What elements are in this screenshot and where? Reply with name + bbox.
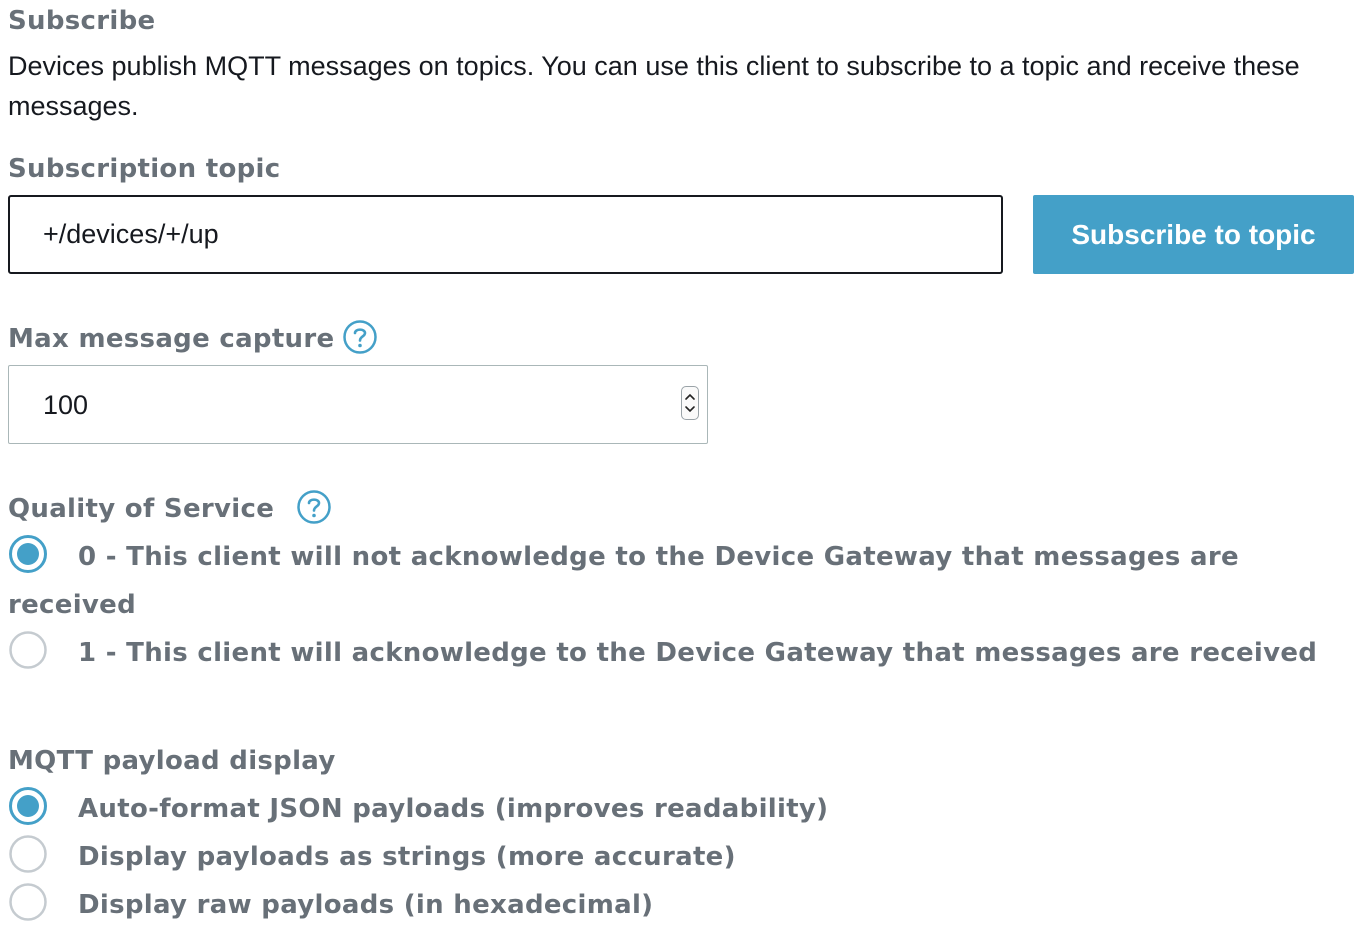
- payload-raw-hex-radio[interactable]: [8, 882, 48, 922]
- subscription-topic-input[interactable]: [8, 195, 1003, 274]
- mqtt-payload-display-label: MQTT payload display: [8, 746, 336, 776]
- section-description: Devices publish MQTT messages on topics.…: [8, 51, 1300, 121]
- subscription-topic-label: Subscription topic: [8, 154, 281, 184]
- max-message-capture-label: Max message capture: [8, 324, 335, 354]
- payload-auto-format-radio[interactable]: [8, 786, 48, 826]
- stepper-arrows-icon: [685, 393, 695, 413]
- payload-raw-hex-label: Display raw payloads (in hexadecimal): [78, 890, 654, 920]
- payload-strings-radio[interactable]: [8, 834, 48, 874]
- payload-auto-format-label: Auto-format JSON payloads (improves read…: [78, 794, 829, 824]
- section-title: Subscribe: [8, 6, 156, 36]
- qos-0-label-line1: 0 - This client will not acknowledge to …: [78, 542, 1239, 572]
- qos-0-radio[interactable]: [8, 534, 48, 574]
- qos-0-label-line2: received: [8, 590, 137, 620]
- question-circle-icon[interactable]: [342, 319, 378, 355]
- max-message-capture-input[interactable]: 100: [8, 365, 708, 444]
- number-stepper[interactable]: [681, 386, 699, 420]
- subscribe-to-topic-button[interactable]: Subscribe to topic: [1033, 195, 1354, 274]
- question-circle-icon[interactable]: [296, 489, 332, 525]
- qos-1-radio[interactable]: [8, 630, 48, 670]
- payload-strings-label: Display payloads as strings (more accura…: [78, 842, 736, 872]
- quality-of-service-label: Quality of Service: [8, 494, 275, 524]
- qos-1-label: 1 - This client will acknowledge to the …: [78, 638, 1318, 668]
- max-message-capture-value: 100: [43, 390, 89, 420]
